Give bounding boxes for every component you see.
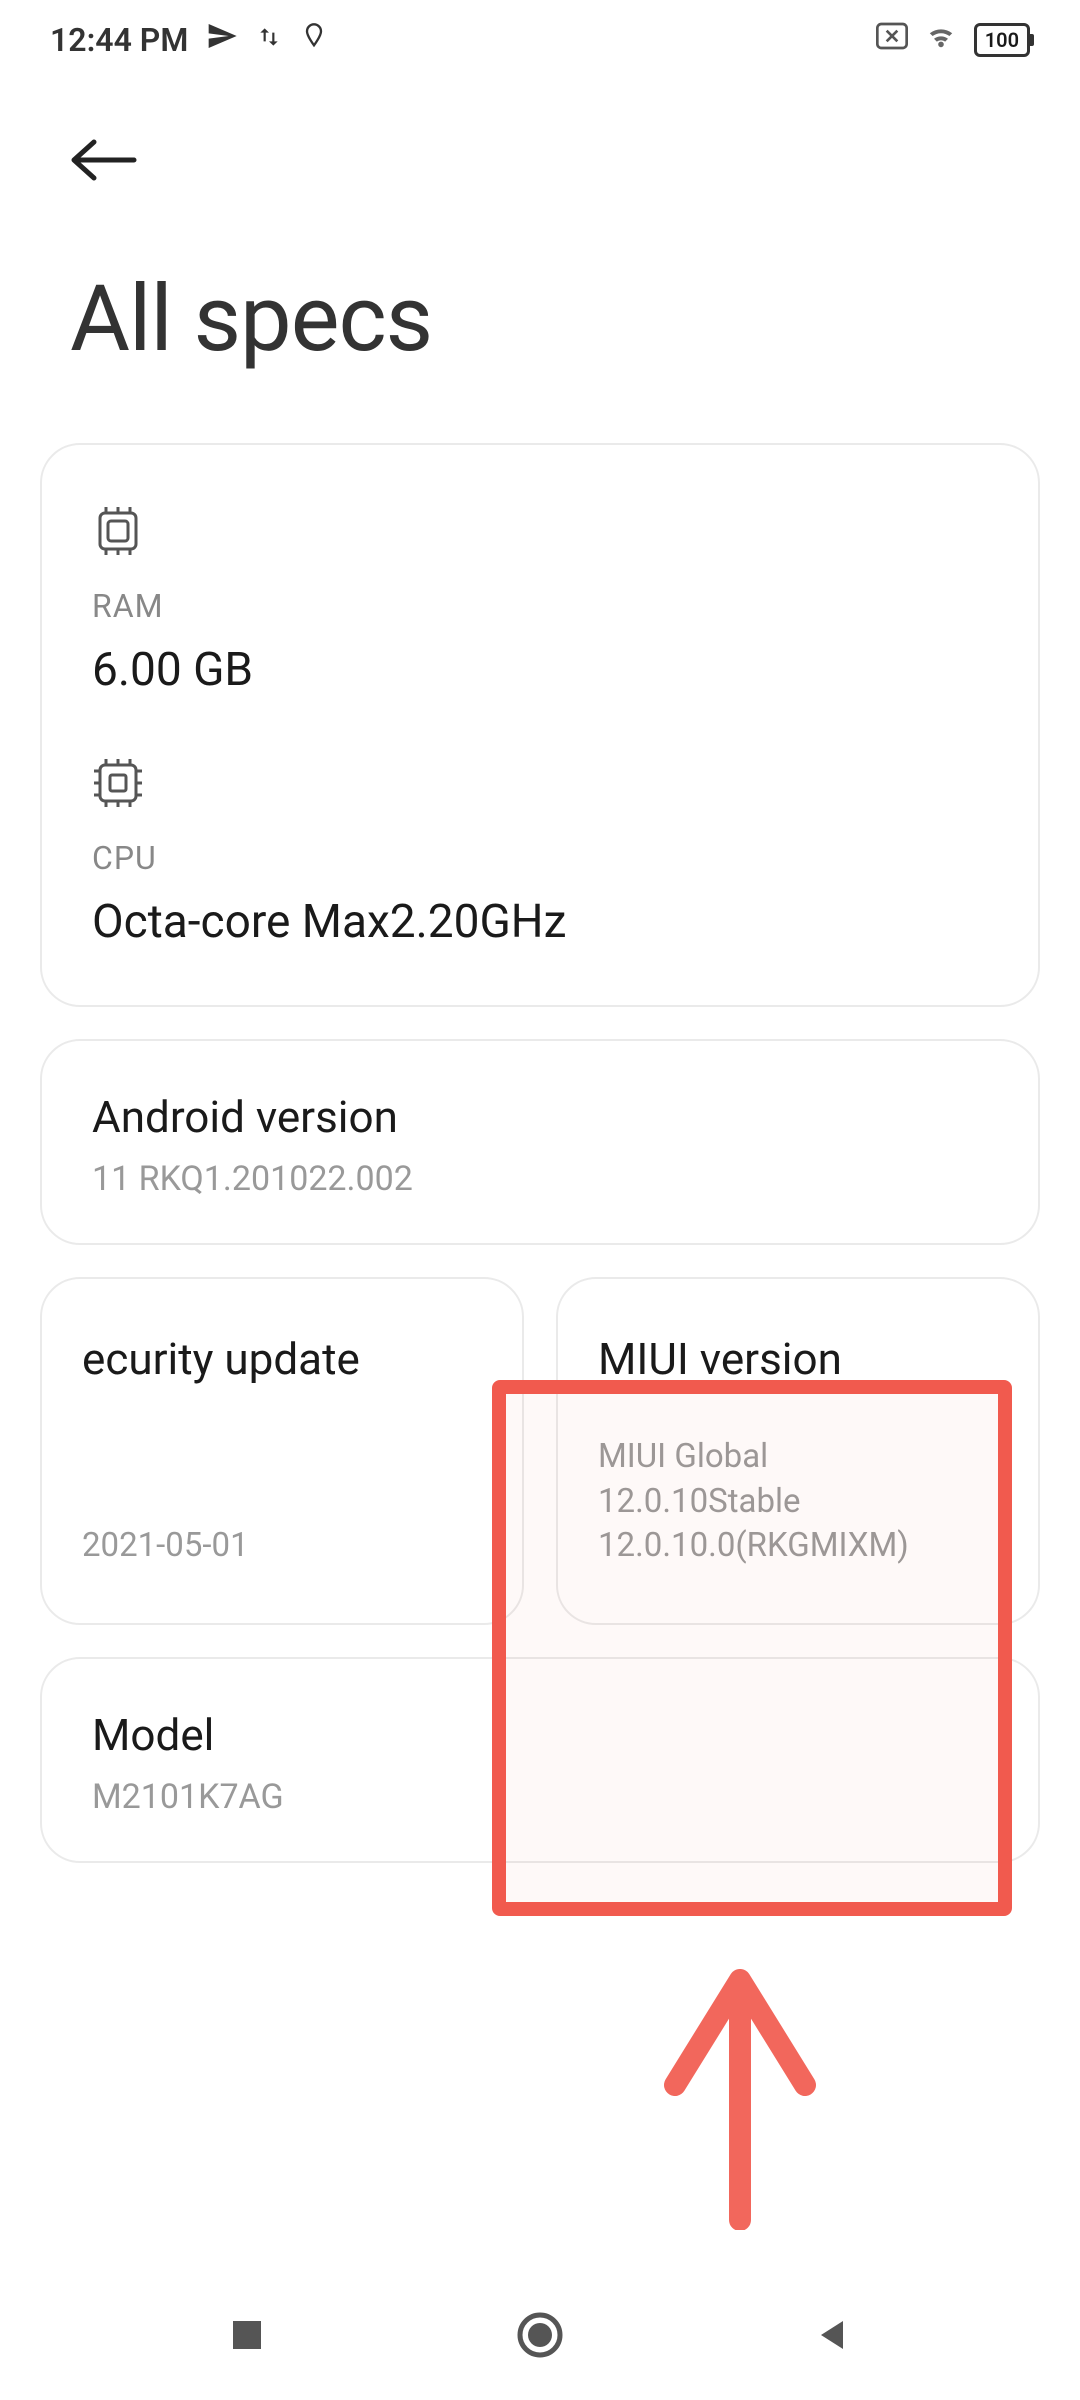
status-time: 12:44 PM <box>50 21 188 59</box>
miui-line3: 12.0.10.0(RKGMIXM) <box>598 1526 909 1565</box>
security-update-card[interactable]: ecurity update 2021-05-01 <box>40 1277 524 1625</box>
status-left: 12:44 PM <box>50 20 328 60</box>
security-update-title: ecurity update <box>82 1333 482 1385</box>
android-version-title: Android version <box>92 1091 988 1143</box>
no-sim-icon <box>876 22 908 58</box>
app-bar <box>0 80 1080 226</box>
nav-recents-button[interactable] <box>222 2310 272 2360</box>
miui-line2: 12.0.10Stable <box>598 1482 801 1521</box>
wifi-icon <box>924 22 958 58</box>
data-sync-icon <box>256 23 282 58</box>
nav-back-button[interactable] <box>808 2310 858 2360</box>
model-card[interactable]: Model M2101K7AG <box>40 1657 1040 1863</box>
ram-value: 6.00 GB <box>92 643 988 697</box>
miui-line1: MIUI Global <box>598 1437 768 1476</box>
security-update-value: 2021-05-01 <box>82 1524 482 1569</box>
content-scroll[interactable]: RAM 6.00 GB CPU Octa-core Max2.20GHz And… <box>0 443 1080 1863</box>
model-title: Model <box>92 1709 988 1761</box>
back-button[interactable] <box>70 130 138 196</box>
android-version-value: 11 RKQ1.201022.002 <box>92 1159 988 1199</box>
miui-version-title: MIUI version <box>598 1333 998 1385</box>
miui-version-card[interactable]: MIUI version MIUI Global 12.0.10Stable 1… <box>556 1277 1040 1625</box>
battery-icon: 100 <box>974 23 1030 57</box>
status-bar: 12:44 PM 100 <box>0 0 1080 80</box>
cpu-spec: CPU Octa-core Max2.20GHz <box>92 757 988 949</box>
cpu-icon <box>92 757 144 809</box>
battery-level: 100 <box>985 28 1019 52</box>
status-right: 100 <box>876 22 1030 58</box>
ram-spec: RAM 6.00 GB <box>92 505 988 697</box>
android-version-card[interactable]: Android version 11 RKQ1.201022.002 <box>40 1039 1040 1245</box>
cpu-label: CPU <box>92 839 988 877</box>
model-value: M2101K7AG <box>92 1777 988 1817</box>
ram-label: RAM <box>92 587 988 625</box>
ram-icon <box>92 505 144 557</box>
cpu-value: Octa-core Max2.20GHz <box>92 895 988 949</box>
page-title: All specs <box>0 226 1080 443</box>
system-nav-bar <box>0 2270 1080 2400</box>
hardware-card[interactable]: RAM 6.00 GB CPU Octa-core Max2.20GHz <box>40 443 1040 1007</box>
miui-version-value: MIUI Global 12.0.10Stable 12.0.10.0(RKGM… <box>598 1435 998 1569</box>
location-icon <box>300 22 328 58</box>
row-security-miui: ecurity update 2021-05-01 MIUI version M… <box>40 1277 1040 1625</box>
telegram-icon <box>206 20 238 60</box>
annotation-arrow-icon <box>620 1950 860 2230</box>
nav-home-button[interactable] <box>515 2310 565 2360</box>
